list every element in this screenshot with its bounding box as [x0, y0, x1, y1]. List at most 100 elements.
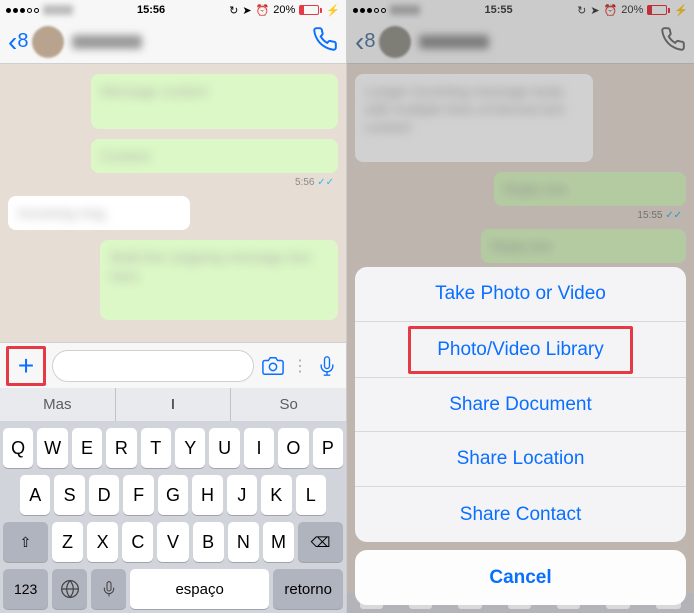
return-key[interactable]: retorno: [273, 569, 343, 609]
action-share-location[interactable]: Share Location: [355, 432, 686, 487]
key-i[interactable]: I: [244, 428, 274, 468]
action-photo-library[interactable]: Photo/Video Library: [355, 322, 686, 377]
contact-header[interactable]: [32, 26, 142, 58]
alarm-icon: ⏰: [256, 4, 270, 17]
right-phone-screenshot: 15:55 ↻ ➤ ⏰ 20% ⚡ ‹ 8 Longer incoming: [347, 0, 694, 613]
battery-icon: [299, 5, 322, 15]
key-v[interactable]: V: [157, 522, 188, 562]
chevron-left-icon: ‹: [355, 28, 364, 56]
mic-button[interactable]: [314, 354, 340, 378]
key-m[interactable]: M: [263, 522, 294, 562]
action-share-document[interactable]: Share Document: [355, 377, 686, 432]
key-row: ASDFGHJKL: [3, 475, 343, 515]
battery-pct: 20%: [273, 4, 295, 16]
call-button[interactable]: [312, 26, 338, 57]
tutorial-highlight: +: [6, 346, 46, 386]
key-g[interactable]: G: [158, 475, 188, 515]
key-l[interactable]: L: [296, 475, 326, 515]
lock-arrow-icon: ↻: [577, 4, 586, 17]
space-key[interactable]: espaço: [130, 569, 269, 609]
action-photo-library-label: Photo/Video Library: [411, 331, 630, 369]
message-in[interactable]: Longer incoming message body with multip…: [355, 74, 593, 162]
signal-dots: [6, 8, 39, 13]
alarm-icon: ⏰: [604, 4, 618, 17]
key-t[interactable]: T: [141, 428, 171, 468]
back-button[interactable]: ‹ 8: [355, 28, 375, 56]
action-take-photo[interactable]: Take Photo or Video: [355, 267, 686, 322]
nav-bar: ‹ 8: [0, 20, 346, 64]
suggestion[interactable]: I: [116, 388, 232, 421]
key-e[interactable]: E: [72, 428, 102, 468]
key-a[interactable]: A: [20, 475, 50, 515]
key-row: QWERTYUIOP: [3, 428, 343, 468]
back-button[interactable]: ‹ 8: [8, 28, 28, 56]
key-d[interactable]: D: [89, 475, 119, 515]
message-out[interactable]: Reply one: [494, 172, 686, 206]
left-phone-screenshot: 15:56 ↻ ➤ ⏰ 20% ⚡ ‹ 8 Message content: [0, 0, 347, 613]
key-s[interactable]: S: [54, 475, 84, 515]
camera-button[interactable]: [260, 355, 286, 377]
signal-dots: [353, 8, 386, 13]
message-out[interactable]: Message content: [91, 74, 339, 129]
chat-area: Message content Content 5:56 ✓✓ Incoming…: [0, 64, 346, 342]
status-time: 15:56: [137, 4, 165, 16]
lock-arrow-icon: ↻: [229, 4, 238, 17]
key-x[interactable]: X: [87, 522, 118, 562]
action-share-contact[interactable]: Share Contact: [355, 487, 686, 542]
contact-header[interactable]: [379, 26, 489, 58]
numbers-key[interactable]: 123: [3, 569, 48, 609]
tutorial-highlight: Photo/Video Library: [408, 326, 633, 374]
contact-name-blur: [72, 35, 142, 49]
key-y[interactable]: Y: [175, 428, 205, 468]
more-dots-icon: ⋮: [292, 356, 308, 376]
key-p[interactable]: P: [313, 428, 343, 468]
suggestion[interactable]: Mas: [0, 388, 116, 421]
nav-bar: ‹ 8: [347, 20, 694, 64]
message-out[interactable]: Content: [91, 139, 339, 173]
message-in[interactable]: Incoming msg: [8, 196, 190, 230]
read-ticks-icon: ✓✓: [317, 177, 334, 188]
avatar: [379, 26, 411, 58]
key-h[interactable]: H: [192, 475, 222, 515]
key-row: ⇧ ZXCVBNM ⌫: [3, 522, 343, 562]
suggestion[interactable]: So: [231, 388, 346, 421]
call-button[interactable]: [660, 26, 686, 57]
back-count: 8: [17, 30, 28, 53]
attach-button[interactable]: +: [11, 351, 41, 381]
battery-icon: [647, 5, 670, 15]
status-bar: 15:56 ↻ ➤ ⏰ 20% ⚡: [0, 0, 346, 20]
back-count: 8: [364, 30, 375, 53]
key-w[interactable]: W: [37, 428, 67, 468]
keyboard: Mas I So QWERTYUIOP ASDFGHJKL ⇧ ZXCVBNM …: [0, 388, 346, 613]
key-j[interactable]: J: [227, 475, 257, 515]
key-k[interactable]: K: [261, 475, 291, 515]
location-icon: ➤: [590, 4, 599, 17]
key-q[interactable]: Q: [3, 428, 33, 468]
key-c[interactable]: C: [122, 522, 153, 562]
location-icon: ➤: [242, 4, 251, 17]
key-r[interactable]: R: [106, 428, 136, 468]
action-sheet: Take Photo or Video Photo/Video Library …: [347, 259, 694, 613]
charging-icon: ⚡: [674, 4, 688, 17]
chevron-left-icon: ‹: [8, 28, 17, 56]
shift-key[interactable]: ⇧: [3, 522, 48, 562]
dictation-key[interactable]: [91, 569, 126, 609]
action-sheet-group: Take Photo or Video Photo/Video Library …: [355, 267, 686, 542]
contact-name-blur: [419, 35, 489, 49]
key-z[interactable]: Z: [52, 522, 83, 562]
message-time: 5:56 ✓✓: [8, 177, 334, 188]
key-f[interactable]: F: [123, 475, 153, 515]
message-time: 15:55 ✓✓: [355, 210, 682, 221]
message-input[interactable]: [52, 350, 254, 382]
battery-pct: 20%: [621, 4, 643, 16]
status-bar: 15:55 ↻ ➤ ⏰ 20% ⚡: [347, 0, 694, 20]
message-out[interactable]: Multi line outgoing message text here: [100, 240, 338, 320]
backspace-key[interactable]: ⌫: [298, 522, 343, 562]
key-u[interactable]: U: [209, 428, 239, 468]
globe-key[interactable]: [52, 569, 87, 609]
action-cancel[interactable]: Cancel: [355, 550, 686, 605]
suggestion-row: Mas I So: [0, 388, 346, 421]
key-o[interactable]: O: [278, 428, 308, 468]
key-b[interactable]: B: [193, 522, 224, 562]
key-n[interactable]: N: [228, 522, 259, 562]
